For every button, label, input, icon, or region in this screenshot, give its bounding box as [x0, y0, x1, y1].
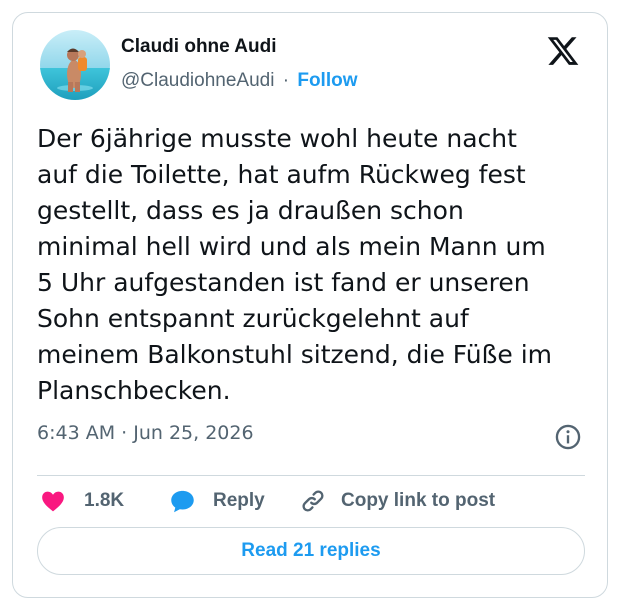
- copy-link-label: Copy link to post: [341, 490, 496, 511]
- x-logo-icon[interactable]: [546, 34, 580, 68]
- info-icon[interactable]: [554, 423, 582, 451]
- avatar[interactable]: [40, 30, 110, 100]
- tweet-timestamp[interactable]: 6:43 AM · Jun 25, 2026: [37, 422, 254, 444]
- reply-label: Reply: [213, 490, 265, 511]
- author-name[interactable]: Claudi ohne Audi: [121, 36, 277, 58]
- author-handle-row: @ClaudiohneAudi · Follow: [121, 70, 358, 92]
- follow-button[interactable]: Follow: [297, 70, 357, 91]
- read-replies-button[interactable]: Read 21 replies: [37, 527, 585, 575]
- author-handle[interactable]: @ClaudiohneAudi: [121, 70, 274, 91]
- like-button[interactable]: 1.8K: [39, 483, 124, 519]
- tweet-card: Claudi ohne Audi @ClaudiohneAudi · Follo…: [12, 12, 608, 598]
- like-count: 1.8K: [84, 490, 125, 511]
- tweet-text: Der 6jährige musste wohl heute nacht auf…: [37, 124, 553, 405]
- copy-link-button[interactable]: Copy link to post: [299, 483, 495, 519]
- read-replies-label: Read 21 replies: [241, 540, 381, 561]
- speech-bubble-icon: [171, 490, 194, 512]
- divider: [37, 475, 585, 476]
- link-icon: [302, 490, 324, 512]
- beach-photo-avatar: [40, 30, 110, 100]
- reply-button[interactable]: Reply: [168, 483, 265, 519]
- heart-icon: [42, 491, 64, 512]
- separator-dot: ·: [282, 70, 290, 91]
